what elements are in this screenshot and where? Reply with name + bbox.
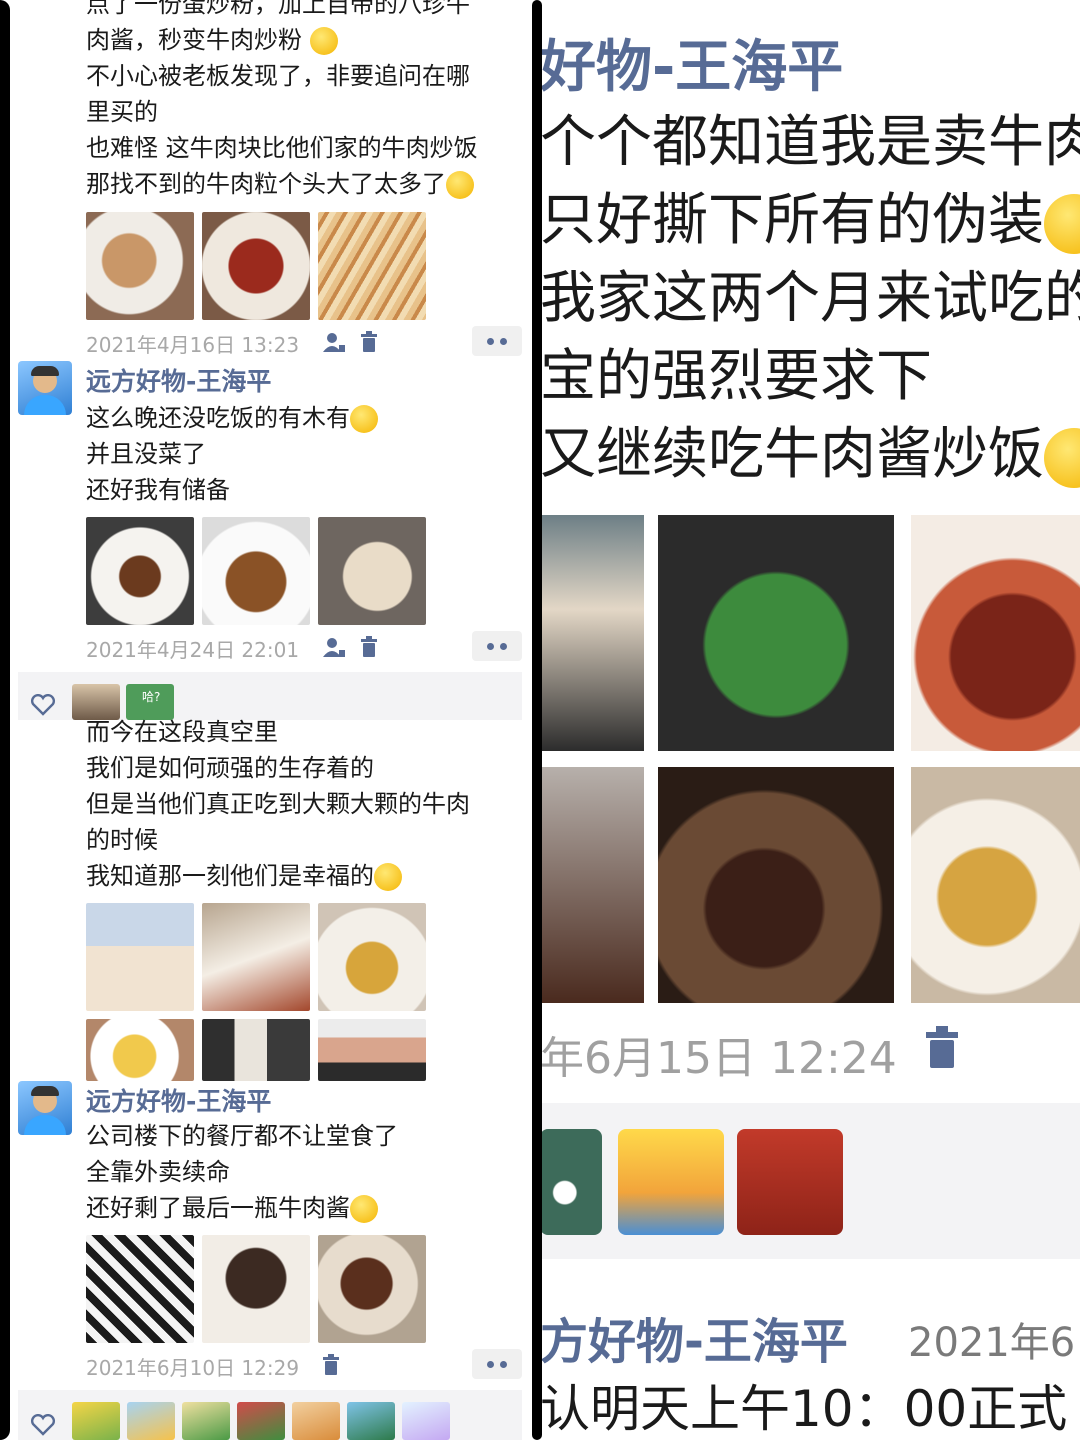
zoom-line-2: 只好撕下所有的伪装 (540, 182, 1080, 260)
post2-timestamp: 2021年4月24日 22:01 (86, 638, 300, 662)
frame-divider (532, 0, 542, 1440)
angry-emoji-icon (350, 1195, 378, 1223)
grin-emoji-icon (1044, 427, 1080, 488)
post4-photo-1[interactable] (86, 1235, 194, 1343)
zoom-line-4: 宝的强烈要求下 (540, 344, 932, 409)
post3-photo-3[interactable] (318, 903, 426, 1011)
post3-line-4: 的时候 (86, 826, 158, 854)
post1-line-2-text: 肉酱，秒变牛肉炒粉 (86, 26, 302, 54)
liker-avatar[interactable] (618, 1129, 724, 1235)
post1-photo-2[interactable] (202, 212, 310, 320)
post2-photo-3[interactable] (318, 517, 426, 625)
post4-author[interactable]: 远方好物-王海平 (86, 1082, 271, 1118)
zoom-photo-5[interactable] (658, 767, 894, 1003)
post1-line-1: 点了一份蛋炒粉，加上自带的八珍牛 (86, 0, 470, 18)
post3-photo-5[interactable] (202, 1019, 310, 1081)
post4-timestamp: 2021年6月10日 12:29 (86, 1356, 300, 1380)
post4-line-2: 全靠外卖续命 (86, 1158, 230, 1186)
post2-line-2: 并且没菜了 (86, 440, 206, 468)
frame-edge (0, 0, 10, 1440)
trash-icon[interactable] (322, 1354, 340, 1376)
zoom-next-timestamp: 2021年6 (908, 1320, 1076, 1366)
liker-avatar[interactable] (182, 1402, 230, 1440)
post4-line-3: 还好剩了最后一瓶牛肉酱 (86, 1190, 378, 1226)
post2-line-1-text: 这么晚还没吃饭的有木有 (86, 404, 350, 432)
liker-avatar[interactable] (540, 1129, 602, 1235)
zoom-line-2-text: 只好撕下所有的伪装 (540, 188, 1044, 253)
zoom-photo-2[interactable] (658, 515, 894, 751)
liker-avatar[interactable] (347, 1402, 395, 1440)
post1-line-6: 那找不到的牛肉粒个头大了太多了 (86, 166, 474, 202)
zoom-timestamp: 年6月15日 12:24 (540, 1033, 897, 1084)
right-zoomed-screenshot: 好物-王海平 个个都知道我是卖牛肉 只好撕下所有的伪装 我家这两个月来试吃的 宝… (540, 0, 1080, 1440)
sad-emoji-icon (446, 171, 474, 199)
post2-author[interactable]: 远方好物-王海平 (86, 362, 271, 398)
post4-line-1: 公司楼下的餐厅都不让堂食了 (86, 1122, 398, 1150)
zoom-photo-3[interactable] (911, 515, 1080, 751)
avatar[interactable] (18, 1081, 72, 1135)
post3-photo-4[interactable] (86, 1019, 194, 1081)
avatar[interactable] (18, 361, 72, 415)
grin-emoji-icon (1044, 193, 1080, 254)
liker-avatar[interactable] (127, 1402, 175, 1440)
heart-icon[interactable] (30, 1414, 56, 1436)
liker-avatar[interactable] (72, 1402, 120, 1440)
zoom-line-5-text: 又继续吃牛肉酱炒饭 (540, 422, 1044, 487)
zoom-next-author[interactable]: 方好物-王海平 (540, 1302, 848, 1372)
post4-line-3-text: 还好剩了最后一瓶牛肉酱 (86, 1194, 350, 1222)
zoom-photo-6[interactable] (911, 767, 1080, 1003)
post3-line-2: 我们是如何顽强的生存着的 (86, 754, 374, 782)
post1-photo-1[interactable] (86, 212, 194, 320)
post2-photo-1[interactable] (86, 517, 194, 625)
heart-icon[interactable] (30, 694, 56, 716)
trash-icon[interactable] (360, 636, 378, 658)
post2-line-1: 这么晚还没吃饭的有木有 (86, 400, 378, 436)
cry-emoji-icon (350, 405, 378, 433)
post4-photo-3[interactable] (318, 1235, 426, 1343)
liker-avatar-label: 哈? (142, 690, 161, 704)
post1-line-5: 也难怪 这牛肉块比他们家的牛肉炒饭 (86, 134, 478, 162)
zoom-line-5: 又继续吃牛肉酱炒饭 (540, 416, 1080, 494)
post1-line-2: 肉酱，秒变牛肉炒粉 (86, 22, 338, 58)
zoom-photo-4[interactable] (540, 767, 644, 1003)
post1-line-4: 里买的 (86, 98, 158, 126)
post3-line-5: 我知道那一刻他们是幸福的 (86, 858, 402, 894)
post2-more-button[interactable] (472, 631, 522, 661)
post3-photo-6[interactable] (318, 1019, 426, 1081)
grin-emoji-icon (309, 27, 338, 55)
liker-avatar[interactable] (237, 1402, 285, 1440)
person-icon[interactable] (322, 636, 346, 658)
post3-photo-2[interactable] (202, 903, 310, 1011)
post1-more-button[interactable] (472, 326, 522, 356)
thinking-emoji-icon (374, 863, 402, 891)
zoom-author[interactable]: 好物-王海平 (540, 22, 843, 103)
liker-avatar[interactable] (402, 1402, 450, 1440)
post1-line-3: 不小心被老板发现了，非要追问在哪 (86, 62, 470, 90)
post3-line-5-text: 我知道那一刻他们是幸福的 (86, 862, 374, 890)
post3-line-3: 但是当他们真正吃到大颗大颗的牛肉 (86, 790, 470, 818)
liker-avatar[interactable] (292, 1402, 340, 1440)
post3-photo-1[interactable] (86, 903, 194, 1011)
post3-line-1: 而今在这段真空里 (86, 718, 278, 746)
zoom-next-line: 认明天上午10：00正式 (540, 1380, 1068, 1438)
zoom-line-3: 我家这两个月来试吃的 (540, 266, 1080, 331)
left-screenshot: 点了一份蛋炒粉，加上自带的八珍牛 肉酱，秒变牛肉炒粉 不小心被老板发现了，非要追… (0, 0, 540, 1440)
post1-timestamp: 2021年4月16日 13:23 (86, 333, 300, 357)
trash-icon[interactable] (924, 1026, 960, 1070)
post1-line-6-text: 那找不到的牛肉粒个头大了太多了 (86, 170, 446, 198)
zoom-photo-1[interactable] (540, 515, 644, 751)
zoom-line-1: 个个都知道我是卖牛肉 (540, 110, 1080, 175)
person-icon[interactable] (322, 331, 346, 353)
liker-avatar[interactable] (737, 1129, 843, 1235)
trash-icon[interactable] (360, 331, 378, 353)
post1-photo-3[interactable] (318, 212, 426, 320)
post4-photo-2[interactable] (202, 1235, 310, 1343)
post4-more-button[interactable] (472, 1349, 522, 1379)
post2-photo-2[interactable] (202, 517, 310, 625)
post2-line-3: 还好我有储备 (86, 476, 230, 504)
